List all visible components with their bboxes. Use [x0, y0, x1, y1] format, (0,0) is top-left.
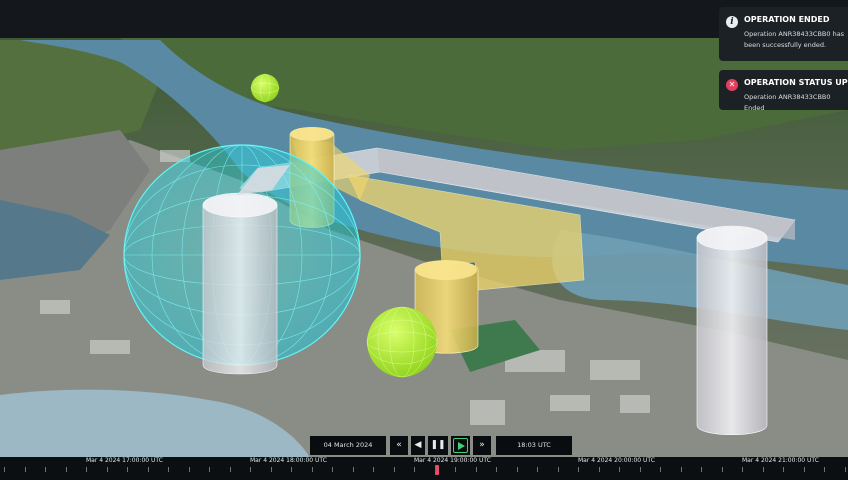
timeline-minor-tick: [45, 467, 46, 472]
timeline-minor-tick: [762, 467, 764, 472]
timeline-minor-tick: [496, 467, 497, 472]
timeline-minor-tick: [783, 467, 784, 472]
timeline-minor-tick: [147, 467, 149, 472]
timeline-minor-tick: [373, 467, 374, 472]
notification-title: OPERATION STATUS UPDATE: [744, 78, 848, 87]
play-button[interactable]: [451, 436, 470, 455]
timeline-playhead[interactable]: [435, 465, 439, 475]
timeline-minor-tick: [844, 467, 846, 472]
timeline-tick-label: Mar 4 2024 17:00:00 UTC: [86, 457, 163, 464]
notification-body: Operation ANR38433CBB0 has been successf…: [744, 30, 845, 49]
time-display[interactable]: 18:03 UTC: [496, 436, 572, 455]
timeline-minor-tick: [24, 467, 26, 472]
timeline-minor-tick: [106, 467, 108, 472]
timeline-minor-tick: [332, 467, 333, 472]
timeline-minor-tick: [803, 467, 805, 472]
playback-controls: 04 March 2024 « ◀ ❚❚ » 18:03 UTC: [0, 436, 848, 458]
notification-operation-ended[interactable]: i OPERATION ENDED Operation ANR38433CBB0…: [719, 7, 848, 61]
timeline-minor-tick: [516, 467, 518, 472]
timeline-minor-tick: [4, 467, 5, 472]
timeline-minor-tick: [742, 467, 743, 472]
notification-status-update[interactable]: ✕ OPERATION STATUS UPDATE Operation ANR3…: [719, 70, 848, 112]
timeline-minor-tick: [598, 467, 600, 472]
notification-body: Operation ANR38433CBB0 Ended: [744, 93, 831, 112]
gray-cylinder-right: [696, 227, 768, 436]
timeline-tick-label: Mar 4 2024 19:00:00 UTC: [414, 457, 491, 464]
previous-button[interactable]: ◀: [411, 436, 425, 455]
timeline-minor-tick: [86, 467, 87, 472]
timeline-minor-tick: [639, 467, 641, 472]
timeline-minor-tick: [229, 467, 231, 472]
notification-title: OPERATION ENDED: [744, 15, 830, 24]
timeline-minor-tick: [188, 467, 190, 472]
timeline-minor-tick: [168, 467, 169, 472]
timeline-minor-tick: [680, 467, 682, 472]
timeline-minor-tick: [475, 467, 477, 472]
timeline-minor-tick: [250, 467, 251, 472]
timeline-minor-tick: [311, 467, 313, 472]
timeline-minor-tick: [127, 467, 128, 472]
timeline-tick-label: Mar 4 2024 20:00:00 UTC: [578, 457, 655, 464]
timeline-minor-tick: [455, 467, 456, 472]
timeline-minor-tick: [701, 467, 702, 472]
close-circle-icon: ✕: [726, 79, 738, 91]
green-sphere-small: [250, 73, 280, 103]
timeline-minor-tick: [578, 467, 579, 472]
timeline-tick-label: Mar 4 2024 18:00:00 UTC: [250, 457, 327, 464]
timeline-minor-tick: [721, 467, 723, 472]
pause-button[interactable]: ❚❚: [428, 436, 448, 455]
timeline-minor-tick: [291, 467, 292, 472]
timeline-minor-tick: [824, 467, 825, 472]
timeline-minor-tick: [65, 467, 67, 472]
gray-cylinder-left: [202, 195, 278, 375]
timeline-minor-tick: [537, 467, 538, 472]
timeline-minor-tick: [414, 467, 415, 472]
step-back-button[interactable]: «: [390, 436, 408, 455]
timeline-minor-tick: [270, 467, 272, 472]
step-forward-button[interactable]: »: [473, 436, 491, 455]
timeline-minor-tick: [209, 467, 210, 472]
timeline-bar[interactable]: Mar 4 2024 17:00:00 UTC Mar 4 2024 18:00…: [0, 457, 848, 480]
info-icon: i: [726, 16, 738, 28]
timeline-tick-label: Mar 4 2024 21:00:00 UTC: [742, 457, 819, 464]
green-sphere-large: [366, 306, 438, 378]
timeline-minor-tick: [434, 467, 436, 472]
timeline-minor-tick: [393, 467, 395, 472]
date-display[interactable]: 04 March 2024: [310, 436, 386, 455]
timeline-minor-tick: [557, 467, 559, 472]
play-icon: [453, 438, 468, 453]
timeline-minor-tick: [660, 467, 661, 472]
timeline-minor-tick: [619, 467, 620, 472]
timeline-minor-tick: [352, 467, 354, 472]
